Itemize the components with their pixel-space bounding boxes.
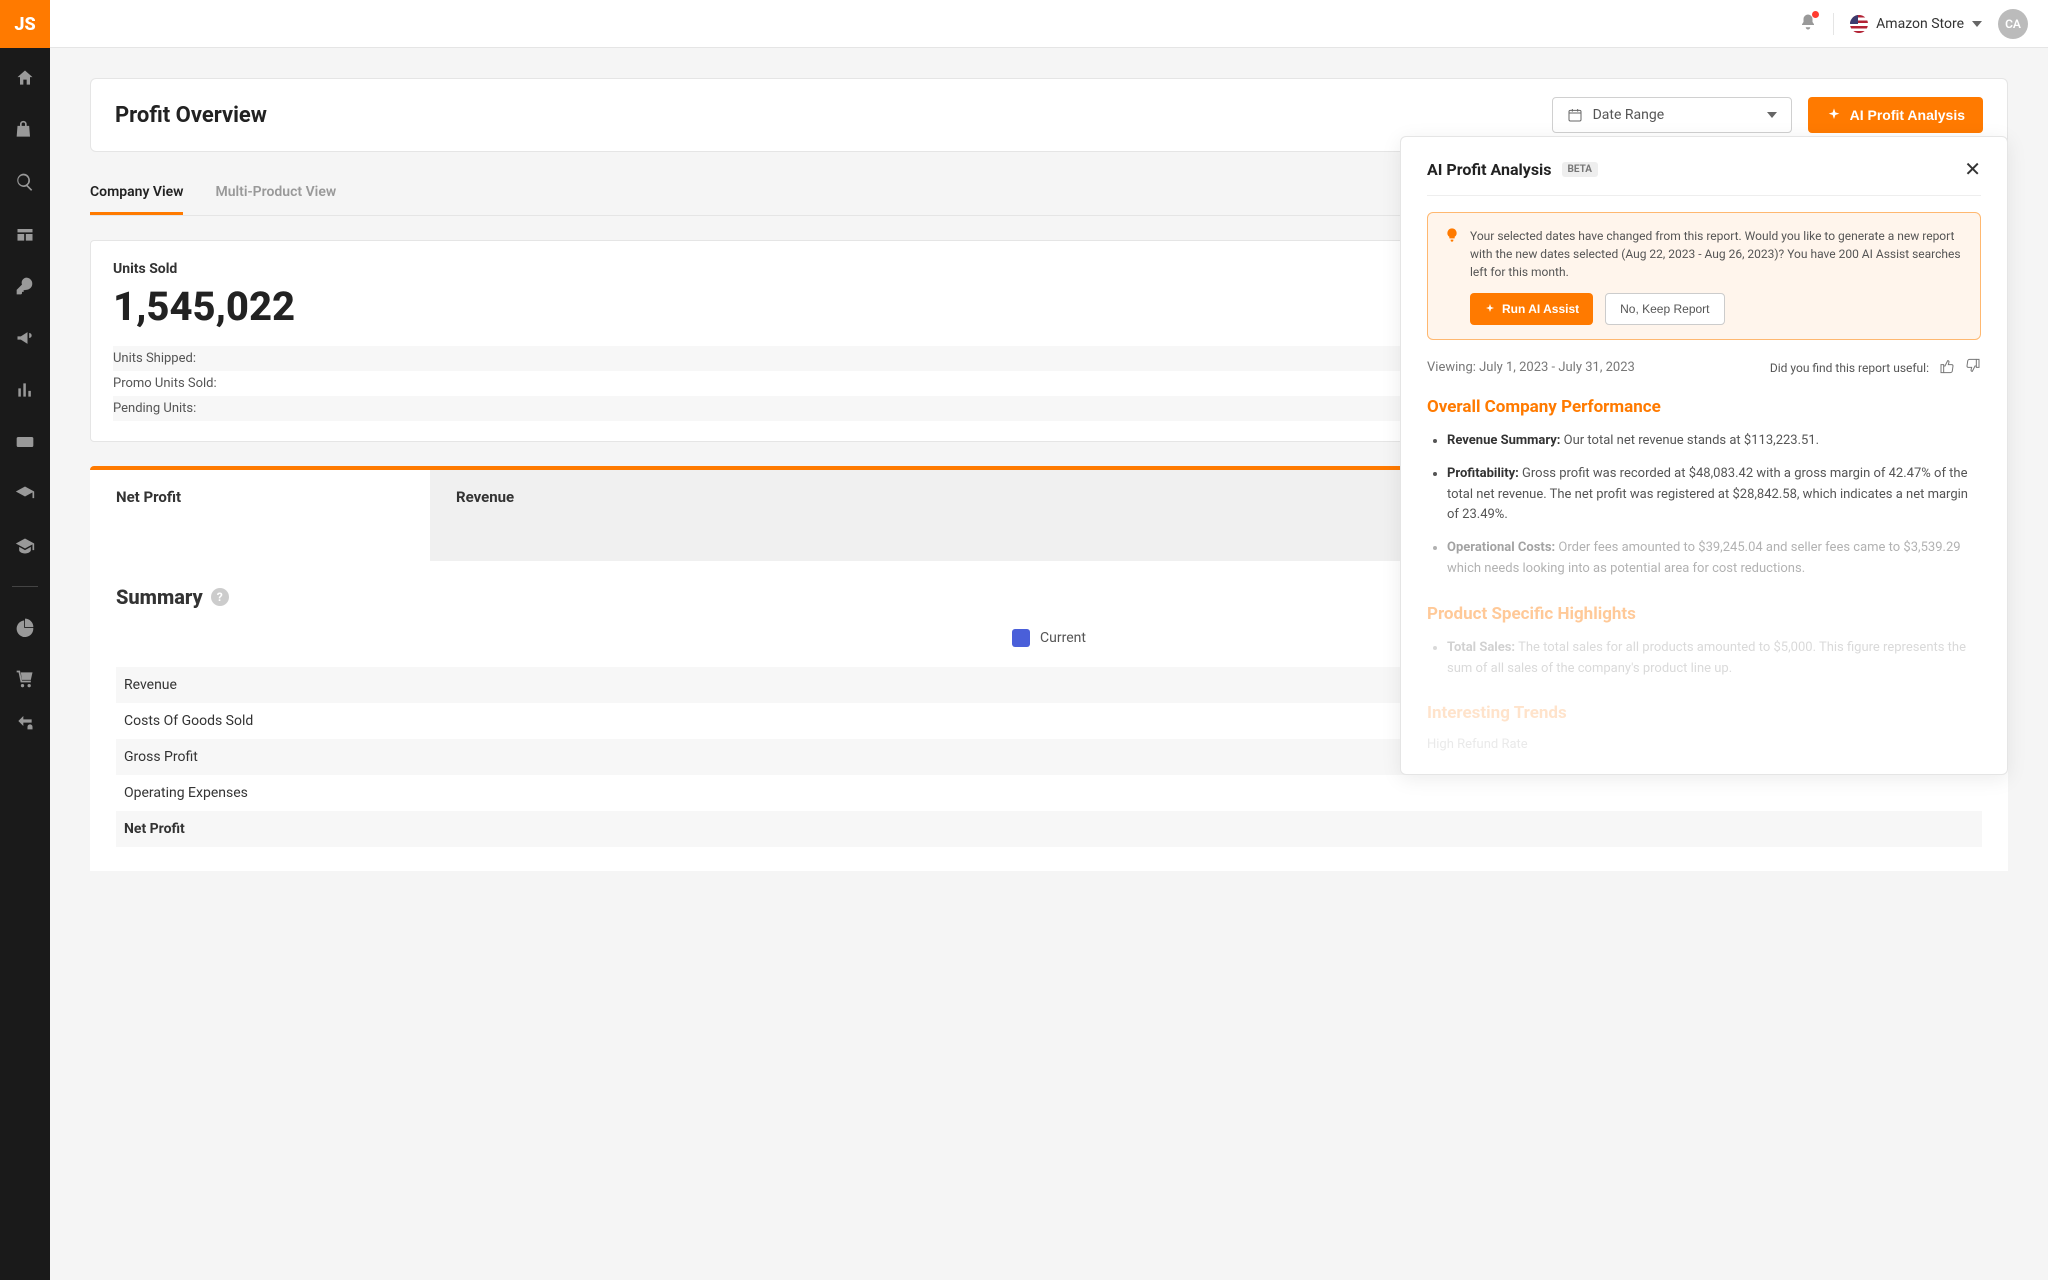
flag-us-icon (1850, 15, 1868, 33)
keep-report-button[interactable]: No, Keep Report (1605, 293, 1724, 325)
thumbs-up-icon[interactable] (1939, 358, 1955, 377)
nav-megaphone-icon[interactable] (13, 326, 37, 350)
nav-home-icon[interactable] (13, 66, 37, 90)
ai-panel: AI Profit Analysis BETA ✕ Your selected … (1400, 136, 2008, 775)
notifications-icon[interactable] (1799, 13, 1817, 35)
nav-chart-icon[interactable] (13, 378, 37, 402)
top-header: Amazon Store CA (50, 0, 2048, 48)
section-heading-overall: Overall Company Performance (1427, 397, 1981, 417)
bullet-item: Operational Costs: Order fees amounted t… (1447, 538, 1981, 580)
alert-text: Your selected dates have changed from th… (1470, 227, 1964, 281)
close-icon[interactable]: ✕ (1964, 159, 1981, 179)
profit-tab-net-profit[interactable]: Net Profit (90, 470, 430, 561)
store-selector[interactable]: Amazon Store (1850, 15, 1982, 33)
tab-company-view[interactable]: Company View (90, 176, 183, 215)
nav-key-icon[interactable] (13, 274, 37, 298)
nav-bag-icon[interactable] (13, 118, 37, 142)
ai-profit-analysis-button[interactable]: AI Profit Analysis (1808, 97, 1983, 133)
summary-row-opex: Operating Expenses (116, 775, 1982, 811)
nav-pie-icon[interactable] (13, 615, 37, 639)
lightbulb-icon (1444, 227, 1460, 281)
sidebar: JS (0, 0, 50, 1280)
run-ai-assist-button[interactable]: Run AI Assist (1470, 293, 1593, 325)
header-divider (1833, 13, 1834, 35)
feedback-label: Did you find this report useful: (1770, 361, 1929, 375)
alert-box: Your selected dates have changed from th… (1427, 212, 1981, 340)
logo[interactable]: JS (0, 0, 50, 48)
bullet-item: Revenue Summary: Our total net revenue s… (1447, 431, 1981, 452)
date-range-selector[interactable]: Date Range (1552, 97, 1792, 133)
trend-sub: High Refund Rate (1427, 737, 1981, 752)
page-title: Profit Overview (115, 103, 267, 128)
content: Profit Overview Date Range AI Profit Ana… (50, 48, 2048, 1280)
store-label: Amazon Store (1876, 16, 1964, 32)
nav-search-icon[interactable] (13, 170, 37, 194)
avatar[interactable]: CA (1998, 9, 2028, 39)
tab-multi-product-view[interactable]: Multi-Product View (215, 176, 336, 215)
sparkle-icon (1484, 303, 1496, 315)
bullet-item: Profitability: Gross profit was recorded… (1447, 464, 1981, 526)
bullet-item: Total Sales: The total sales for all pro… (1447, 638, 1981, 680)
section-heading-trends: Interesting Trends (1427, 703, 1981, 723)
date-range-label: Date Range (1593, 107, 1665, 123)
caret-down-icon (1972, 21, 1982, 27)
thumbs-down-icon[interactable] (1965, 358, 1981, 377)
section-heading-product: Product Specific Highlights (1427, 604, 1981, 624)
legend-swatch (1012, 629, 1030, 647)
nav-ad-icon[interactable] (13, 430, 37, 454)
nav-box-icon[interactable] (13, 222, 37, 246)
nav-cart-icon[interactable] (13, 667, 37, 691)
summary-row-net-profit: Net Profit (116, 811, 1982, 847)
nav-graduation-icon[interactable] (13, 482, 37, 506)
beta-badge: BETA (1562, 162, 1599, 177)
ai-panel-title: AI Profit Analysis BETA (1427, 160, 1598, 179)
nav-divider (12, 586, 38, 587)
calendar-icon (1567, 107, 1583, 123)
nav-lock-icon[interactable] (13, 709, 37, 733)
caret-down-icon (1767, 112, 1777, 118)
sparkle-icon (1826, 107, 1842, 123)
nav-graduation2-icon[interactable] (13, 534, 37, 558)
help-icon[interactable]: ? (211, 588, 229, 606)
viewing-dates: Viewing: July 1, 2023 - July 31, 2023 (1427, 360, 1635, 375)
notification-dot (1812, 11, 1819, 18)
